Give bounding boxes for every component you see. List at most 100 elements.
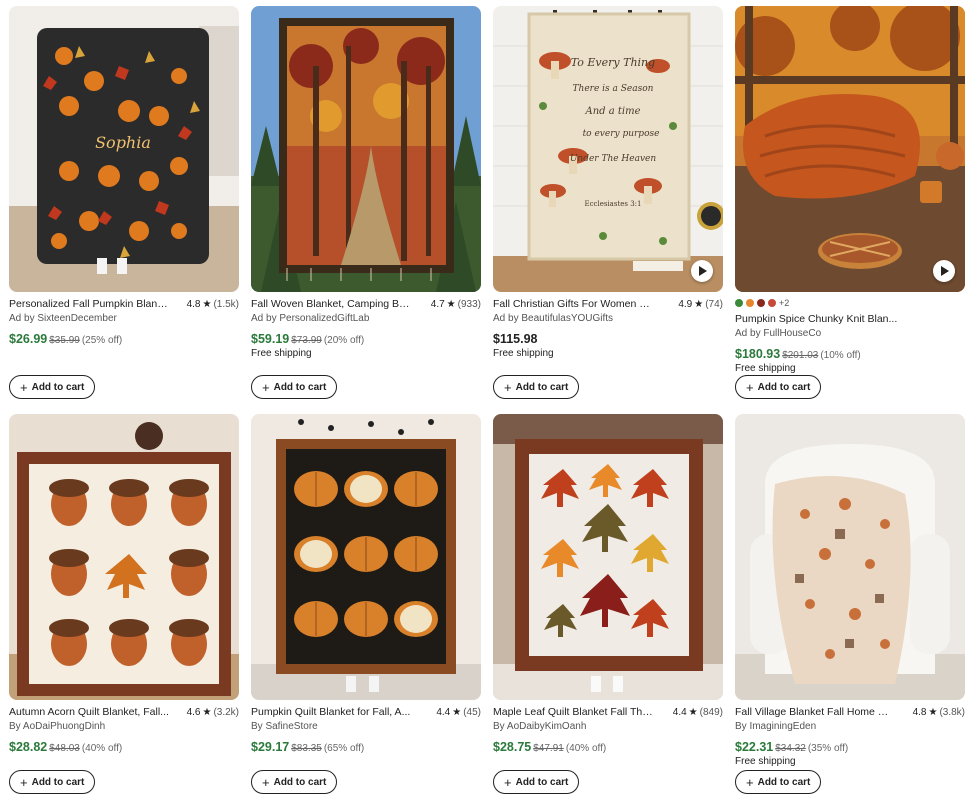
plus-icon: +	[20, 379, 28, 395]
price-row: $28.82 $48.03 (40% off)	[9, 738, 239, 754]
price-row: $180.93 $201.03 (10% off)	[735, 345, 965, 361]
product-card[interactable]: +2 Pumpkin Spice Chunky Knit Blan... Ad …	[735, 6, 965, 376]
star-icon: ★	[446, 298, 456, 310]
original-price: $73.99	[291, 335, 322, 346]
price-row: $28.75 $47.91 (40% off)	[493, 738, 723, 754]
price-row: $59.19 $73.99 (20% off)	[251, 330, 481, 346]
discount: (40% off)	[81, 743, 123, 754]
rating: 4.4 ★ (45)	[436, 706, 481, 718]
star-icon: ★	[928, 706, 938, 718]
product-card[interactable]: Fall Woven Blanket, Camping Bla... 4.7 ★(…	[251, 6, 481, 361]
original-price: $48.03	[49, 743, 80, 754]
color-swatches[interactable]: +2	[735, 296, 965, 310]
product-image[interactable]	[251, 414, 481, 700]
add-to-cart-button[interactable]: + Add to cart	[9, 770, 96, 794]
product-title[interactable]: Maple Leaf Quilt Blanket Fall The...	[493, 706, 653, 718]
discount: (10% off)	[820, 350, 861, 361]
more-swatches: +2	[779, 298, 790, 308]
seller-name: By AoDaiPhuongDinh	[9, 721, 106, 732]
add-to-cart-button[interactable]: + Add to cart	[493, 770, 580, 794]
personalized-name-text: Sophia	[95, 133, 151, 152]
play-video-icon[interactable]	[933, 260, 955, 282]
sale-price: $22.31	[735, 740, 774, 754]
rating: 4.8 ★ (3.8k)	[912, 706, 965, 718]
product-card[interactable]: Sophia Personalized Fall Pumpkin Blanket…	[9, 6, 239, 346]
add-to-cart-button[interactable]: + Add to cart	[493, 375, 580, 399]
free-shipping-label: Free shipping	[735, 756, 796, 767]
plus-icon: +	[504, 379, 512, 395]
product-image[interactable]	[735, 6, 965, 292]
star-icon: ★	[202, 706, 212, 718]
product-image[interactable]: Sophia	[9, 6, 239, 292]
product-card[interactable]: Autumn Acorn Quilt Blanket, Fall... 4.6 ★…	[9, 414, 239, 754]
price-row: $29.17 $83.35 (65% off)	[251, 738, 481, 754]
swatch[interactable]	[746, 299, 754, 307]
plus-icon: +	[504, 774, 512, 790]
rating: 4.4 ★ (849)	[672, 706, 723, 718]
original-price: $35.99	[49, 335, 80, 346]
add-to-cart-button[interactable]: + Add to cart	[735, 375, 822, 399]
sale-price: $28.75	[493, 740, 532, 754]
star-icon: ★	[688, 706, 698, 718]
seller-name: Ad by PersonalizedGiftLab	[251, 313, 370, 324]
seller-name: Ad by BeautifulasYOUGifts	[493, 313, 614, 324]
product-image[interactable]	[493, 414, 723, 700]
product-title[interactable]: Autumn Acorn Quilt Blanket, Fall...	[9, 706, 169, 718]
play-video-icon[interactable]	[691, 260, 713, 282]
product-image[interactable]	[251, 6, 481, 292]
product-card[interactable]: Fall Village Blanket Fall Home De... 4.8…	[735, 414, 965, 769]
discount: (25% off)	[81, 335, 123, 346]
rating: 4.6 ★ (3.2k)	[186, 706, 239, 718]
original-price: $201.03	[782, 350, 819, 361]
swatch[interactable]	[768, 299, 776, 307]
svg-text:Under The Heaven: Under The Heaven	[570, 154, 657, 164]
add-to-cart-button[interactable]: + Add to cart	[251, 770, 338, 794]
seller-name: Ad by SixteenDecember	[9, 313, 117, 324]
price-row: $115.98	[493, 330, 723, 346]
svg-text:to every purpose: to every purpose	[583, 129, 660, 139]
svg-text:To Every Thing: To Every Thing	[571, 56, 655, 69]
sale-price: $180.93	[735, 347, 781, 361]
discount: (40% off)	[565, 743, 607, 754]
plus-icon: +	[20, 774, 28, 790]
add-to-cart-button[interactable]: + Add to cart	[9, 375, 96, 399]
swatch[interactable]	[735, 299, 743, 307]
free-shipping-label: Free shipping	[251, 348, 312, 359]
sale-price: $26.99	[9, 332, 48, 346]
price-row: $22.31 $34.32 (35% off)	[735, 738, 965, 754]
product-card[interactable]: Pumpkin Quilt Blanket for Fall, A... 4.4…	[251, 414, 481, 754]
star-icon: ★	[202, 298, 212, 310]
original-price: $47.91	[533, 743, 564, 754]
product-title[interactable]: Personalized Fall Pumpkin Blanket...	[9, 298, 169, 310]
star-icon: ★	[694, 298, 704, 310]
product-card[interactable]: To Every Thing There is a Season And a t…	[493, 6, 723, 361]
discount: (20% off)	[323, 335, 365, 346]
product-title[interactable]: Fall Village Blanket Fall Home De...	[735, 706, 895, 718]
product-image[interactable]: To Every Thing There is a Season And a t…	[493, 6, 723, 292]
svg-text:And a time: And a time	[585, 106, 641, 117]
product-image[interactable]	[9, 414, 239, 700]
star-icon: ★	[452, 706, 462, 718]
sale-price: $28.82	[9, 740, 48, 754]
svg-text:Ecclesiastes 3:1: Ecclesiastes 3:1	[585, 200, 642, 208]
add-to-cart-button[interactable]: + Add to cart	[735, 770, 822, 794]
rating: 4.7 ★ (933)	[430, 298, 481, 310]
sale-price: $29.17	[251, 740, 290, 754]
product-title[interactable]: Fall Woven Blanket, Camping Bla...	[251, 298, 411, 310]
seller-name: Ad by FullHouseCo	[735, 328, 822, 339]
discount: (35% off)	[807, 743, 849, 754]
discount: (65% off)	[323, 743, 365, 754]
product-image[interactable]	[735, 414, 965, 700]
product-title[interactable]: Pumpkin Spice Chunky Knit Blan...	[735, 313, 960, 325]
plus-icon: +	[746, 379, 754, 395]
product-card[interactable]: Maple Leaf Quilt Blanket Fall The... 4.4…	[493, 414, 723, 754]
rating: 4.8 ★ (1.5k)	[186, 298, 239, 310]
product-title[interactable]: Fall Christian Gifts For Women - ...	[493, 298, 653, 310]
swatch[interactable]	[757, 299, 765, 307]
seller-name: By ImaginingEden	[735, 721, 817, 732]
original-price: $83.35	[291, 743, 322, 754]
plus-icon: +	[262, 774, 270, 790]
product-title[interactable]: Pumpkin Quilt Blanket for Fall, A...	[251, 706, 411, 718]
seller-name: By AoDaibyKimOanh	[493, 721, 587, 732]
add-to-cart-button[interactable]: + Add to cart	[251, 375, 338, 399]
